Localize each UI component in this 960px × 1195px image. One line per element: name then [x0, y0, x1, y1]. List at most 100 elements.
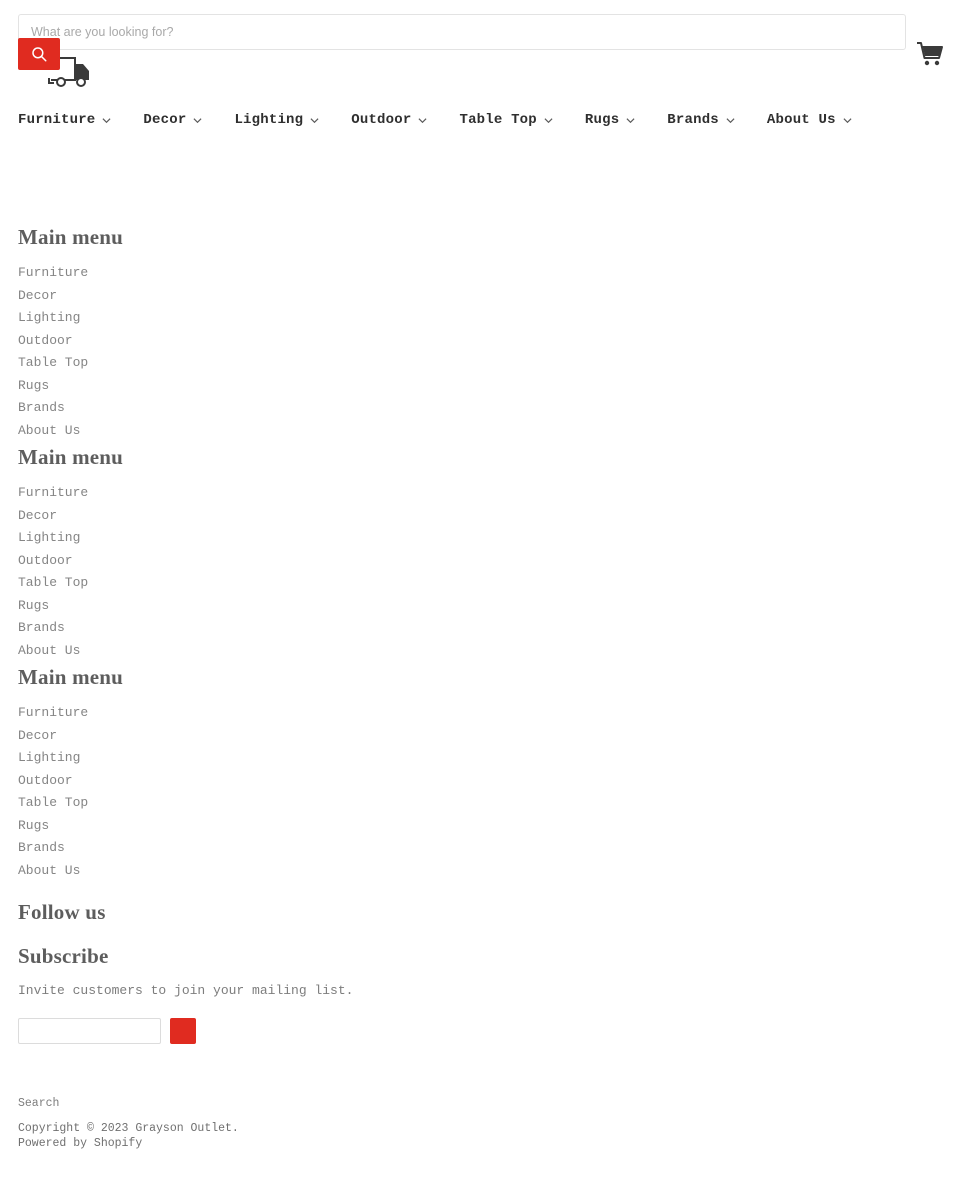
chevron-down-icon	[843, 116, 852, 125]
nav-item-label: Rugs	[584, 112, 620, 128]
list-item: Lighting	[0, 307, 960, 330]
footer-menu-block: Main menu Furniture Decor Lighting Outdo…	[0, 222, 960, 442]
footer-menu-block: Main menu Furniture Decor Lighting Outdo…	[0, 442, 960, 662]
nav-item-rugs[interactable]: Rugs	[585, 112, 635, 128]
footer-link-rugs[interactable]: Rugs	[0, 815, 960, 838]
list-item: Table Top	[0, 352, 960, 375]
footer-link-table-top[interactable]: Table Top	[0, 792, 960, 815]
shopping-cart-icon[interactable]	[916, 41, 946, 69]
list-item: Table Top	[0, 792, 960, 815]
footer-link-table-top[interactable]: Table Top	[0, 352, 960, 375]
subscribe-submit-button[interactable]	[170, 1018, 196, 1044]
footer-link-about-us[interactable]: About Us	[0, 420, 960, 443]
nav-item-label: Decor	[143, 112, 187, 128]
search-input[interactable]	[18, 14, 906, 50]
footer-menu-list: Furniture Decor Lighting Outdoor Table T…	[0, 702, 960, 882]
list-item: Furniture	[0, 262, 960, 285]
nav-item-lighting[interactable]: Lighting	[234, 112, 319, 128]
footer-link-outdoor[interactable]: Outdoor	[0, 550, 960, 573]
list-item: Furniture	[0, 482, 960, 505]
footer-link-about-us[interactable]: About Us	[0, 860, 960, 883]
chevron-down-icon	[626, 116, 635, 125]
search-bar	[18, 14, 906, 50]
follow-us-block: Follow us	[0, 897, 960, 927]
footer-link-brands[interactable]: Brands	[0, 397, 960, 420]
nav-item-outdoor[interactable]: Outdoor	[351, 112, 427, 128]
chevron-down-icon	[544, 116, 553, 125]
list-item: Lighting	[0, 747, 960, 770]
nav-item-brands[interactable]: Brands	[667, 112, 735, 128]
powered-by-prefix: Powered by	[18, 1137, 94, 1150]
footer-link-rugs[interactable]: Rugs	[0, 375, 960, 398]
nav-item-decor[interactable]: Decor	[143, 112, 202, 128]
list-item: Decor	[0, 285, 960, 308]
list-item: Outdoor	[0, 770, 960, 793]
list-item: Brands	[0, 617, 960, 640]
list-item: Brands	[0, 837, 960, 860]
footer-block-title: Main menu	[18, 225, 124, 249]
footer-bottom-links: Search	[18, 1093, 960, 1113]
primary-navigation: Furniture Decor Lighting Outdoor Table T…	[18, 112, 884, 128]
subscribe-title: Subscribe	[18, 944, 109, 968]
footer-link-furniture[interactable]: Furniture	[0, 482, 960, 505]
subscribe-email-input[interactable]	[18, 1018, 161, 1044]
list-item: Lighting	[0, 527, 960, 550]
nav-item-label: Outdoor	[351, 112, 412, 128]
chevron-down-icon	[726, 116, 735, 125]
footer-link-decor[interactable]: Decor	[0, 285, 960, 308]
copyright-text: Copyright © 2023 Grayson Outlet.	[18, 1122, 239, 1135]
list-item: Rugs	[0, 595, 960, 618]
footer-link-decor[interactable]: Decor	[0, 725, 960, 748]
list-item: About Us	[0, 420, 960, 443]
footer-link-lighting[interactable]: Lighting	[0, 527, 960, 550]
footer-link-furniture[interactable]: Furniture	[0, 262, 960, 285]
site-header	[0, 0, 960, 100]
chevron-down-icon	[310, 116, 319, 125]
powered-by-text: Powered by Shopify	[18, 1136, 960, 1151]
shopify-link[interactable]: Shopify	[94, 1137, 142, 1150]
search-submit-button[interactable]	[18, 38, 60, 70]
nav-item-furniture[interactable]: Furniture	[18, 112, 111, 128]
chevron-down-icon	[102, 116, 111, 125]
follow-us-title: Follow us	[18, 900, 106, 924]
search-icon	[30, 45, 48, 63]
footer-menu-list: Furniture Decor Lighting Outdoor Table T…	[0, 262, 960, 442]
footer-link-brands[interactable]: Brands	[0, 617, 960, 640]
list-item: Decor	[0, 725, 960, 748]
list-item: Rugs	[0, 375, 960, 398]
list-item: Outdoor	[0, 330, 960, 353]
list-item: Brands	[0, 397, 960, 420]
footer-bottom: Search Copyright © 2023 Grayson Outlet. …	[0, 1093, 960, 1151]
chevron-down-icon	[418, 116, 427, 125]
footer-link-lighting[interactable]: Lighting	[0, 307, 960, 330]
nav-item-about-us[interactable]: About Us	[767, 112, 852, 128]
list-item: Decor	[0, 505, 960, 528]
list-item: Outdoor	[0, 550, 960, 573]
footer-link-about-us[interactable]: About Us	[0, 640, 960, 663]
footer-block-title: Main menu	[18, 665, 124, 689]
footer-link-brands[interactable]: Brands	[0, 837, 960, 860]
footer-block-title: Main menu	[18, 445, 124, 469]
site-footer: Main menu Furniture Decor Lighting Outdo…	[0, 222, 960, 1044]
nav-item-label: Brands	[667, 112, 719, 128]
nav-item-label: Lighting	[234, 112, 304, 128]
footer-link-lighting[interactable]: Lighting	[0, 747, 960, 770]
nav-item-label: Table Top	[459, 112, 537, 128]
list-item: Table Top	[0, 572, 960, 595]
footer-link-search[interactable]: Search	[18, 1095, 59, 1113]
subscribe-description: Invite customers to join your mailing li…	[18, 983, 354, 998]
footer-link-rugs[interactable]: Rugs	[0, 595, 960, 618]
nav-item-label: Furniture	[18, 112, 96, 128]
subscribe-form	[18, 1018, 960, 1044]
nav-item-table-top[interactable]: Table Top	[459, 112, 553, 128]
list-item: Rugs	[0, 815, 960, 838]
footer-link-furniture[interactable]: Furniture	[0, 702, 960, 725]
footer-link-outdoor[interactable]: Outdoor	[0, 770, 960, 793]
footer-link-outdoor[interactable]: Outdoor	[0, 330, 960, 353]
chevron-down-icon	[193, 116, 202, 125]
list-item: About Us	[0, 860, 960, 883]
footer-link-table-top[interactable]: Table Top	[0, 572, 960, 595]
footer-link-decor[interactable]: Decor	[0, 505, 960, 528]
footer-menu-list: Furniture Decor Lighting Outdoor Table T…	[0, 482, 960, 662]
subscribe-block: Subscribe Invite customers to join your …	[0, 941, 960, 1044]
